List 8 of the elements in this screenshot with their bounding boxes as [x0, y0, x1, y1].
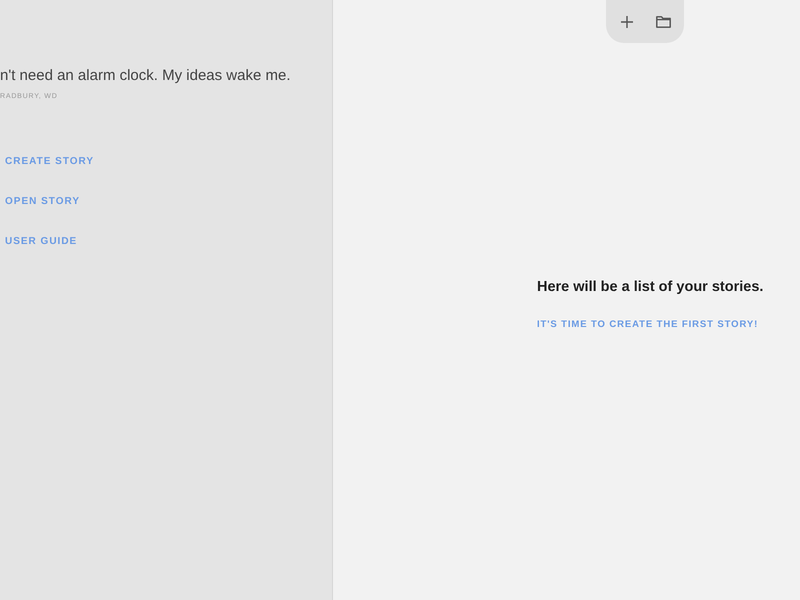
- create-first-story-link[interactable]: IT'S TIME TO CREATE THE FIRST STORY!: [537, 318, 758, 332]
- menu-link[interactable]: USER GUIDE: [5, 235, 78, 249]
- menu-link[interactable]: CREATE STORY: [5, 155, 94, 169]
- folder-icon: [656, 16, 670, 28]
- quote-text: n't need an alarm clock. My ideas wake me.: [0, 66, 290, 86]
- menu-link[interactable]: OPEN STORY: [5, 195, 80, 209]
- plus-icon: [621, 16, 633, 28]
- empty-state-message: Here will be a list of your stories.: [537, 278, 764, 297]
